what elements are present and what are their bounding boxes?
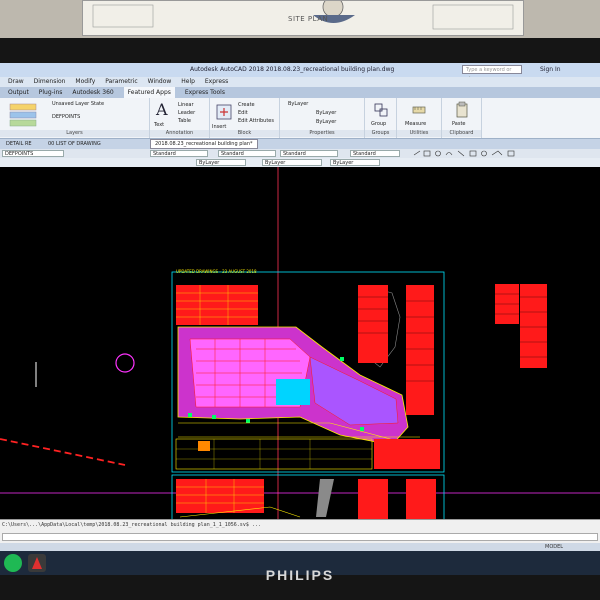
layer-style-toolbar: DEFPOINTS Standard Standard Standard Sta… <box>0 149 600 158</box>
paste-icon[interactable] <box>454 101 470 119</box>
dashed-polyline <box>0 438 126 466</box>
layers-panel: Unsaved Layer State DEFPOINTS Layers <box>0 98 150 138</box>
poster-title: SITE PLAN <box>288 15 329 23</box>
wall-background: SITE PLAN <box>0 0 600 42</box>
groups-panel: Group Groups <box>365 98 397 138</box>
doc-tab-detail[interactable]: DETAIL RE <box>2 139 36 149</box>
drawing-canvas[interactable]: UPDATED DRAWINGS - 23 AUGUST 2018 <box>0 167 600 524</box>
annotation-panel: A Text Linear Leader Table Annotation <box>150 98 210 138</box>
group-label: Group <box>371 121 387 127</box>
create-block-button[interactable]: Create <box>238 102 255 108</box>
clipboard-panel-label: Clipboard <box>442 130 481 137</box>
current-layer-dropdown[interactable]: DEFPOINTS <box>52 114 80 120</box>
object-color-dropdown[interactable]: ByLayer <box>196 159 246 166</box>
properties-panel: ByLayer ByLayer ByLayer Properties <box>280 98 365 138</box>
menu-bar: Draw Dimension Modify Parametric Window … <box>0 77 600 87</box>
command-input[interactable] <box>2 533 598 541</box>
monitor-brand-logo: PHILIPS <box>265 567 335 583</box>
table-button[interactable]: Table <box>178 118 191 124</box>
menu-dimension[interactable]: Dimension <box>34 77 66 87</box>
cad-drawing[interactable]: UPDATED DRAWINGS - 23 AUGUST 2018 <box>0 167 600 524</box>
object-properties-toolbar: ByLayer ByLayer ByLayer <box>0 158 600 167</box>
command-history: C:\Users\...\AppData\Local\temp\2018.08.… <box>2 522 261 528</box>
menu-modify[interactable]: Modify <box>75 77 95 87</box>
dim-style-dropdown[interactable]: Standard <box>218 150 276 157</box>
group-icon[interactable] <box>373 102 389 118</box>
site-plan-poster: SITE PLAN <box>82 0 524 36</box>
layers-panel-label: Layers <box>0 130 149 137</box>
leader-button[interactable]: Leader <box>178 110 195 116</box>
block-panel-label: Block <box>210 130 279 137</box>
mleader-style-dropdown[interactable]: Standard <box>350 150 400 157</box>
tab-autodesk-360[interactable]: Autodesk 360 <box>72 87 113 98</box>
edit-attributes-button[interactable]: Edit Attributes <box>238 118 274 124</box>
measure-label: Measure <box>405 121 427 127</box>
menu-parametric[interactable]: Parametric <box>105 77 138 87</box>
ribbon: Unsaved Layer State DEFPOINTS Layers A T… <box>0 98 600 139</box>
monitor: Autodesk AutoCAD 2018 2018.08.23_recreat… <box>0 38 600 600</box>
right-table-b <box>520 284 547 368</box>
clipboard-panel: Paste Clipboard <box>442 98 482 138</box>
doc-tab-list-of-drawing[interactable]: 00 LIST OF DRAWING <box>44 139 105 149</box>
sheet-header-text: UPDATED DRAWINGS - 23 AUGUST 2018 <box>176 269 257 274</box>
menu-draw[interactable]: Draw <box>8 77 24 87</box>
magenta-circle <box>115 353 135 373</box>
legend-table-1 <box>176 285 258 325</box>
color-dropdown[interactable]: ByLayer <box>288 101 308 107</box>
tab-output[interactable]: Output <box>8 87 29 98</box>
sheet2-road <box>316 479 334 517</box>
text-tool-icon[interactable]: A <box>156 100 168 119</box>
block-panel: Insert Create Edit Edit Attributes Block <box>210 98 280 138</box>
table-style-dropdown[interactable]: Standard <box>280 150 338 157</box>
notes-block-4 <box>406 479 436 519</box>
utilities-panel: Measure Utilities <box>397 98 442 138</box>
schedule-symbol <box>198 441 210 451</box>
sign-in-link[interactable]: Sign In <box>540 63 561 77</box>
layer-dropdown[interactable]: DEFPOINTS <box>2 150 64 157</box>
screen: Autodesk AutoCAD 2018 2018.08.23_recreat… <box>0 63 600 575</box>
text-tool-label: Text <box>154 122 165 128</box>
layer-state-dropdown[interactable]: Unsaved Layer State <box>52 101 104 107</box>
notes-block-1 <box>358 285 388 363</box>
status-bar: MODEL <box>0 543 600 551</box>
pool-area <box>276 379 310 405</box>
measure-icon[interactable] <box>411 102 427 118</box>
object-linetype-dropdown[interactable]: ByLayer <box>262 159 322 166</box>
notes-block-3 <box>358 479 388 519</box>
legend-table-2 <box>176 479 264 513</box>
edit-block-button[interactable]: Edit <box>238 110 248 116</box>
lineweight-dropdown[interactable]: ByLayer <box>316 119 336 125</box>
menu-window[interactable]: Window <box>148 77 172 87</box>
linetype-dropdown[interactable]: ByLayer <box>316 110 336 116</box>
app-title-bar: Autodesk AutoCAD 2018 2018.08.23_recreat… <box>0 63 600 82</box>
menu-help[interactable]: Help <box>181 77 195 87</box>
linear-dim-button[interactable]: Linear <box>178 102 194 108</box>
tab-express-tools[interactable]: Express Tools <box>185 87 225 98</box>
tab-featured-apps[interactable]: Featured Apps <box>123 87 175 98</box>
layer-properties-icon[interactable] <box>6 100 46 128</box>
notes-block-2 <box>406 285 434 415</box>
doc-tab-recreational-plan[interactable]: 2018.08.23_recreational building plan* <box>150 139 258 149</box>
document-tabs: DETAIL RE 00 LIST OF DRAWING 2018.08.23_… <box>0 139 600 149</box>
menu-express[interactable]: Express <box>205 77 228 87</box>
title-block-top <box>374 439 440 469</box>
search-input[interactable]: Type a keyword or phrase <box>462 65 522 82</box>
command-line[interactable]: C:\Users\...\AppData\Local\temp\2018.08.… <box>0 519 600 544</box>
object-lineweight-dropdown[interactable]: ByLayer <box>330 159 380 166</box>
annotation-panel-label: Annotation <box>150 130 209 137</box>
ribbon-tabs: Output Plug-ins Autodesk 360 Featured Ap… <box>0 87 600 98</box>
paste-label: Paste <box>452 121 466 127</box>
tab-plug-ins[interactable]: Plug-ins <box>39 87 63 98</box>
groups-panel-label: Groups <box>365 130 396 137</box>
text-style-dropdown[interactable]: Standard <box>150 150 208 157</box>
model-space-button[interactable]: MODEL <box>545 543 563 551</box>
insert-block-icon[interactable] <box>214 102 234 122</box>
draw-toolbar-icons[interactable] <box>410 149 590 158</box>
utilities-panel-label: Utilities <box>397 130 441 137</box>
properties-panel-label: Properties <box>280 130 364 137</box>
window-title: Autodesk AutoCAD 2018 2018.08.23_recreat… <box>190 66 395 73</box>
